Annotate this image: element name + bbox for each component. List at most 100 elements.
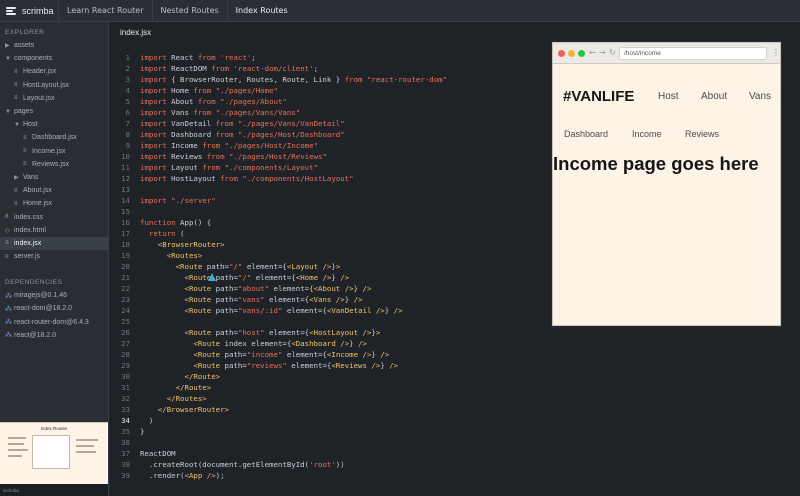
code-token: <About /> [313, 284, 354, 293]
line-number: 38 [121, 460, 130, 469]
dependency-label: miragejs@0.1.46 [14, 292, 68, 300]
code-token: Dashboard [166, 130, 216, 139]
dependency-item[interactable]: ⁂ miragejs@0.1.46 [0, 289, 108, 302]
file-tree-item[interactable]: ≡ Reviews.jsx [0, 158, 108, 171]
browser-menu-icon[interactable]: ⋮ [772, 48, 780, 57]
code-token: "reviews" [246, 361, 287, 370]
breadcrumb-course[interactable]: Learn React Router [58, 0, 152, 22]
file-icon: ≡ [23, 161, 27, 168]
lesson-thumbnail[interactable]: Index Routes [0, 422, 108, 484]
line-number: 12 [121, 174, 130, 183]
file-tree-item[interactable]: ▼ Host [0, 118, 108, 131]
dependency-item[interactable]: ⁂ react-router-dom@6.4.3 [0, 316, 108, 329]
file-tree-item[interactable]: ▶ assets [0, 39, 108, 52]
breadcrumb-lesson[interactable]: Index Routes [226, 0, 296, 22]
file-tree-item[interactable]: ≡ Layout.jsx [0, 92, 108, 105]
file-tree-item[interactable]: ◇ index.html [0, 224, 108, 237]
line-number: 8 [125, 130, 130, 139]
file-tree-item[interactable]: ▼ pages [0, 105, 108, 118]
file-tree-label: Layout.jsx [23, 94, 55, 102]
code-token: "./server" [171, 196, 216, 205]
package-icon: ⁂ [5, 292, 12, 300]
maximize-dot-icon[interactable] [578, 50, 585, 57]
code-token: import [140, 163, 167, 172]
file-tree-label: index.jsx [14, 239, 42, 247]
url-bar[interactable]: /host/income [619, 47, 767, 60]
file-icon: ≡ [23, 148, 27, 155]
file-tree-item[interactable]: # index.css [0, 210, 108, 223]
file-tree-item[interactable]: ≡ Income.jsx [0, 145, 108, 158]
file-tree-item[interactable]: ≡ server.js [0, 250, 108, 263]
line-number: 16 [121, 218, 130, 227]
nav-link-about[interactable]: About [701, 91, 727, 102]
forward-arrow-icon[interactable]: → [599, 48, 606, 57]
logo-text: scrimba [22, 5, 54, 16]
breadcrumb-section[interactable]: Nested Routes [151, 0, 227, 22]
code-token: "./pages/Host/Dashboard" [237, 130, 345, 139]
folder-icon: ▼ [14, 121, 20, 128]
code-token: from [197, 53, 216, 62]
vanlife-logo[interactable]: #VANLIFE [563, 88, 634, 105]
code-token: /> [362, 284, 372, 293]
nav-link-vans[interactable]: Vans [749, 91, 771, 102]
code-token: <Route [193, 361, 221, 370]
line-number: 31 [121, 383, 130, 392]
code-token: element={ [282, 350, 327, 359]
code-token: /> [389, 361, 399, 370]
code-token: "income" [246, 350, 283, 359]
code-text: import Reviews from "./pages/Host/Review… [140, 151, 327, 162]
host-nav-income[interactable]: Income [632, 129, 662, 139]
minimize-dot-icon[interactable] [568, 50, 575, 57]
code-token: ReactDOM [140, 449, 176, 458]
code-token: About [166, 97, 198, 106]
dependency-item[interactable]: ⁂ react@18.2.0 [0, 329, 108, 342]
file-tree-item[interactable]: ≡ HostLayout.jsx [0, 79, 108, 92]
code-token: import [140, 97, 167, 106]
code-token: <Route [184, 295, 212, 304]
scrimba-logo[interactable]: scrimba [0, 6, 58, 16]
file-tree: ▶ assets ▼ components ≡ Header.jsx ≡ HostLayout… [0, 39, 108, 263]
line-number: 17 [121, 229, 130, 238]
code-text: import About from "./pages/About" [140, 96, 287, 107]
line-number: 20 [121, 262, 130, 271]
code-text: import ReactDOM from 'react-dom/client'; [140, 63, 318, 74]
file-tree-item[interactable]: ▼ components [0, 52, 108, 65]
code-token: } [380, 361, 390, 370]
reload-icon[interactable]: ↻ [609, 48, 616, 57]
code-token: "/" [237, 273, 252, 282]
code-token: path= [220, 361, 247, 370]
code-token: import [140, 86, 167, 95]
code-token: import [140, 130, 167, 139]
host-nav-reviews[interactable]: Reviews [685, 129, 719, 139]
file-tree-item[interactable]: ≡ Home.jsx [0, 197, 108, 210]
dependency-item[interactable]: ⁂ react-dom@18.2.0 [0, 302, 108, 315]
code-token: <Layout /> [286, 262, 332, 271]
code-text: </Route> [140, 371, 221, 382]
close-dot-icon[interactable] [558, 50, 565, 57]
code-token: <App /> [184, 471, 216, 480]
file-tree-item[interactable]: ▶ Vans [0, 171, 108, 184]
nav-link-host[interactable]: Host [658, 91, 679, 102]
code-text: ) [140, 415, 153, 426]
file-tree-label: Income.jsx [32, 147, 66, 155]
back-arrow-icon[interactable]: ← [589, 48, 596, 57]
page-heading: Income page goes here [553, 153, 759, 174]
file-tree-label: assets [14, 42, 35, 50]
file-tree-item[interactable]: ≡ Dashboard.jsx [0, 131, 108, 144]
file-tree-item[interactable]: ≡ index.jsx [0, 236, 108, 250]
code-token: /> [393, 306, 403, 315]
tab-index-jsx[interactable]: index.jsx [109, 22, 162, 42]
file-tree-item[interactable]: ≡ Header.jsx [0, 65, 108, 78]
code-text: import React from 'react'; [140, 52, 256, 63]
code-token: Layout [166, 163, 203, 172]
file-tree-item[interactable]: ≡ About.jsx [0, 184, 108, 197]
line-number: 5 [125, 97, 130, 106]
host-nav-dashboard[interactable]: Dashboard [564, 129, 608, 139]
code-token: ; [251, 53, 256, 62]
line-number: 14 [121, 196, 130, 205]
